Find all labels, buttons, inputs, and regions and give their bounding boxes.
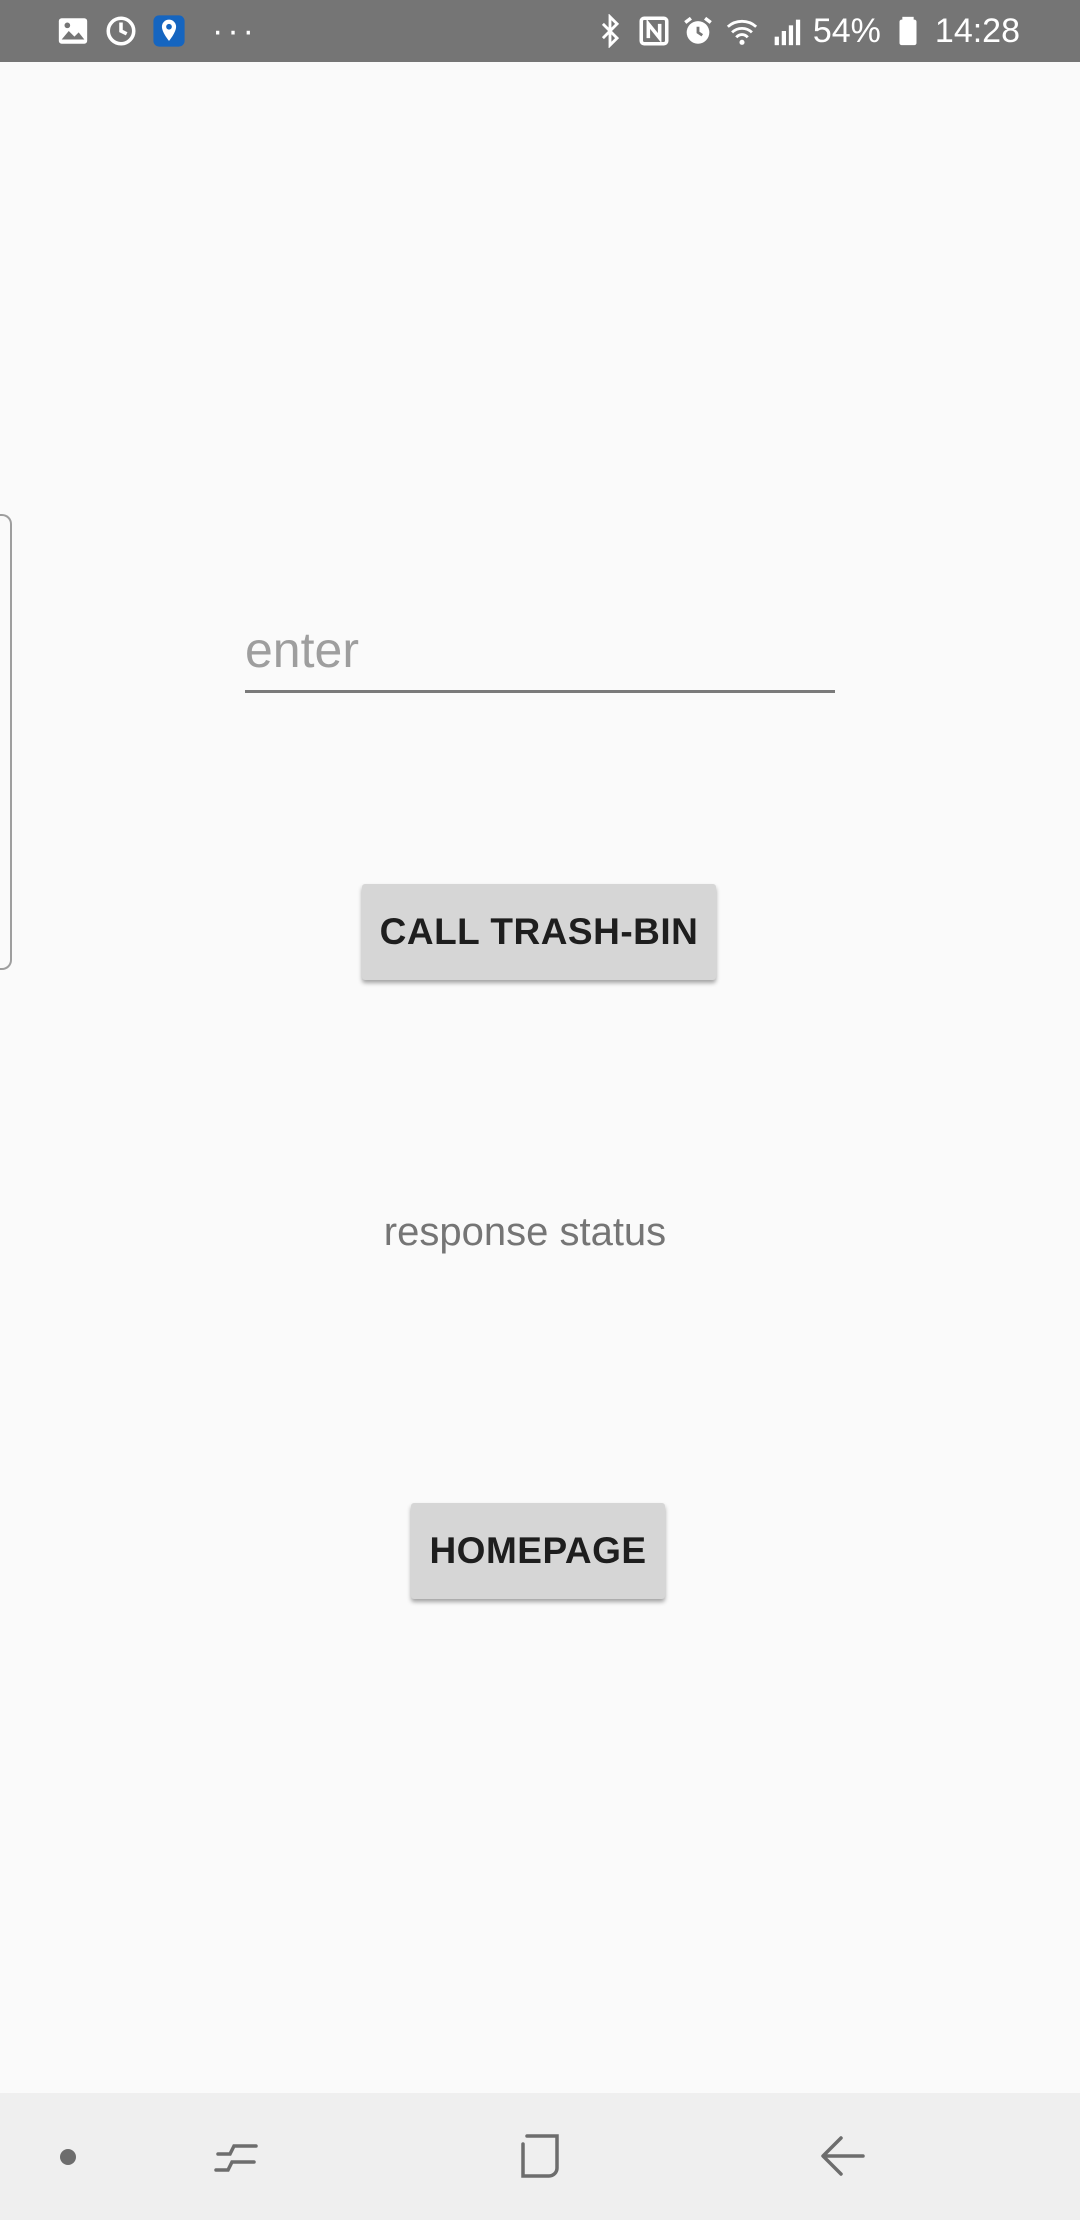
response-status-text: response status xyxy=(383,1210,667,1254)
alarm-icon xyxy=(681,14,715,48)
back-icon[interactable] xyxy=(800,2093,884,2220)
location-icon xyxy=(152,14,186,48)
sync-icon xyxy=(104,14,138,48)
bluetooth-icon xyxy=(593,14,627,48)
homepage-button[interactable]: HOMEPAGE xyxy=(411,1503,665,1599)
nfc-icon xyxy=(637,14,671,48)
battery-percent: 54% xyxy=(812,11,881,50)
navigation-bar xyxy=(0,2093,1080,2220)
more-icon: ··· xyxy=(212,11,258,50)
battery-icon xyxy=(891,14,925,48)
edge-panel-handle[interactable] xyxy=(0,514,12,970)
signal-4g-icon xyxy=(769,14,803,48)
home-icon[interactable] xyxy=(498,2093,582,2220)
dot-icon[interactable] xyxy=(40,2093,96,2220)
status-bar: ··· 54% 14:28 xyxy=(0,0,1080,62)
call-trash-bin-button[interactable]: CALL TRASH-BIN xyxy=(362,884,716,980)
clock: 14:28 xyxy=(934,11,1020,50)
recents-icon[interactable] xyxy=(196,2093,276,2220)
enter-input[interactable] xyxy=(245,610,835,693)
wifi-icon xyxy=(725,14,759,48)
image-icon xyxy=(56,14,90,48)
input-container xyxy=(245,610,835,693)
